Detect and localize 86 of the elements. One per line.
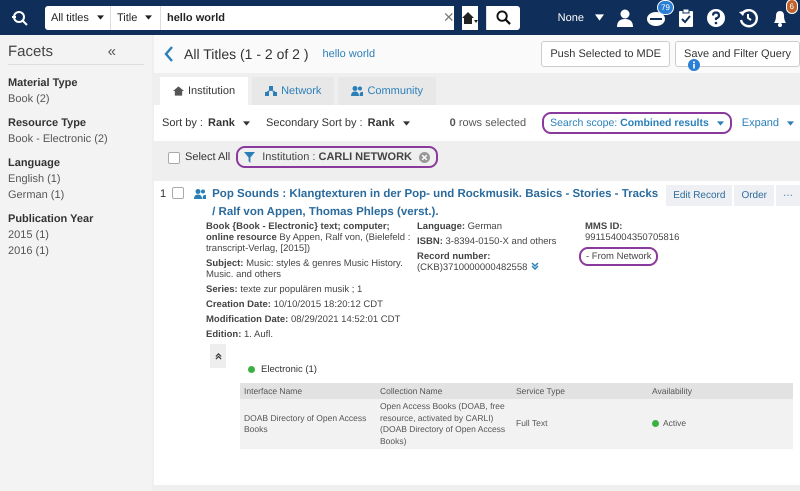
- facet-link[interactable]: English (1): [8, 173, 144, 185]
- detail-text: Creation Date: 10/10/2015 18:20:12 CDT: [206, 299, 384, 310]
- search-button[interactable]: [486, 6, 520, 30]
- facet-link[interactable]: 2015 (1): [8, 229, 144, 241]
- help-icon[interactable]: [706, 8, 726, 28]
- facet-heading: Resource Type: [8, 117, 88, 129]
- people-icon: [194, 189, 206, 199]
- action-button[interactable]: Order: [734, 185, 774, 206]
- facet-heading: Language: [8, 157, 61, 169]
- home-icon: [173, 86, 184, 96]
- history-icon[interactable]: [738, 8, 758, 28]
- tab[interactable]: Community: [338, 77, 436, 105]
- detail-text: Series: texte zur populären musik ; 1: [206, 284, 364, 295]
- search-field[interactable]: hello world: [160, 6, 444, 30]
- caret-icon: [145, 15, 152, 20]
- table-cell: Open Access Books (DOAB, free resource, activated by CARLI) (DOAB Directory of Open Access Books): [376, 399, 512, 449]
- tab[interactable]: Institution: [160, 77, 248, 105]
- detail-label: Record number:: [417, 251, 492, 262]
- facet-heading: Material Type: [8, 77, 78, 89]
- search-scope-dropdown[interactable]: Search scope: Combined results: [542, 112, 732, 134]
- column-header: Interface Name: [240, 383, 376, 399]
- result-title-link[interactable]: Pop Sounds : Klangtexturen in der Pop- und Rockmusik. Basics - Stories - Tracks / Ralf von Appen, Thomas Phleps (verst.).: [212, 185, 660, 221]
- caret-icon: [243, 120, 250, 126]
- query-link[interactable]: hello world: [322, 48, 376, 60]
- result-number: 1: [160, 188, 166, 200]
- record-number: (CKB)3710000000482558: [417, 262, 528, 273]
- detail-text: Book {Book - Electronic} text; computer; online resource By Appen, Ralf von, (Bielefeld : transcript-Verlag, [2015]): [206, 221, 411, 254]
- expand-dropdown[interactable]: Expand: [742, 117, 794, 129]
- column-header: Service Type: [512, 383, 648, 399]
- availability-text: Active: [663, 418, 686, 430]
- facet-link[interactable]: 2016 (1): [8, 245, 144, 257]
- facet-heading: Publication Year: [8, 213, 94, 225]
- detail-text: Language: German: [417, 221, 503, 232]
- remove-icon[interactable]: [419, 152, 430, 162]
- scope-dropdown[interactable]: All titles: [45, 6, 111, 30]
- search-icon: [496, 10, 511, 25]
- result-checkbox[interactable]: [172, 187, 184, 199]
- clipboard-icon[interactable]: [678, 8, 694, 28]
- user-dropdown[interactable]: None: [558, 12, 604, 24]
- rows-selected-text: 0 rows selected: [450, 117, 526, 129]
- inventory-label: Electronic (1): [261, 364, 317, 375]
- network-icon: [265, 86, 278, 96]
- people-icon: [351, 86, 364, 96]
- filter-icon: [244, 152, 256, 162]
- detail-label: MMS ID:: [585, 221, 624, 232]
- table-cell: Full Text: [512, 399, 648, 449]
- detail-text: Edition: 1. Aufl.: [206, 329, 274, 340]
- detail-text: Subject: Music: styles & genres Music History. Music. and others: [206, 258, 404, 280]
- facet-link[interactable]: German (1): [8, 189, 144, 201]
- count-badge: 79: [657, 0, 674, 14]
- caret-icon: [402, 120, 410, 126]
- collapse-button[interactable]: «: [108, 43, 116, 60]
- back-icon[interactable]: [164, 46, 174, 62]
- network-note: - From Network: [579, 247, 658, 266]
- home-icon[interactable]: [462, 6, 478, 30]
- field-dropdown[interactable]: Title: [110, 6, 161, 30]
- chevrons-up-icon: [214, 352, 222, 360]
- caret-icon: [716, 120, 724, 126]
- caret-icon: [787, 120, 794, 126]
- action-button[interactable]: Edit Record: [666, 185, 732, 206]
- chevrons-down-icon[interactable]: [531, 262, 540, 270]
- facets-title: Facets: [8, 43, 54, 60]
- filter-chip[interactable]: Institution : CARLI NETWORK: [236, 146, 438, 168]
- collapse-toggle[interactable]: [210, 344, 226, 368]
- facet-link[interactable]: Book (2): [8, 93, 144, 105]
- facet-link[interactable]: Book - Electronic (2): [8, 133, 144, 145]
- action-button[interactable]: ···: [776, 185, 800, 206]
- detail-text: Modification Date: 08/29/2021 14:52:01 CDT: [206, 314, 402, 325]
- secondary-sort-dropdown[interactable]: Secondary Sort by : Rank: [266, 117, 410, 129]
- sort-dropdown[interactable]: Sort by : Rank: [162, 117, 250, 129]
- save-query-button[interactable]: Save and Filter Query: [675, 41, 800, 67]
- count-badge: 6: [786, 0, 798, 14]
- caret-icon: [595, 14, 604, 20]
- column-header: Availability: [648, 383, 793, 399]
- select-all-checkbox[interactable]: Select All: [168, 150, 230, 164]
- page-title: All Titles (1 - 2 of 2 ): [184, 46, 308, 62]
- user-icon[interactable]: [616, 8, 634, 26]
- table-cell: DOAB Directory of Open Access Books: [240, 399, 376, 449]
- caret-icon: [96, 15, 104, 20]
- detail-text: ISBN: 3-8394-0150-X and others: [417, 236, 558, 247]
- mms-id: 991154004350705816: [585, 232, 680, 243]
- column-header: Collection Name: [376, 383, 512, 399]
- tab[interactable]: Network: [252, 77, 334, 105]
- info-icon[interactable]: [688, 59, 700, 71]
- push-button[interactable]: Push Selected to MDE: [541, 41, 670, 67]
- clear-button[interactable]: ×: [443, 6, 454, 30]
